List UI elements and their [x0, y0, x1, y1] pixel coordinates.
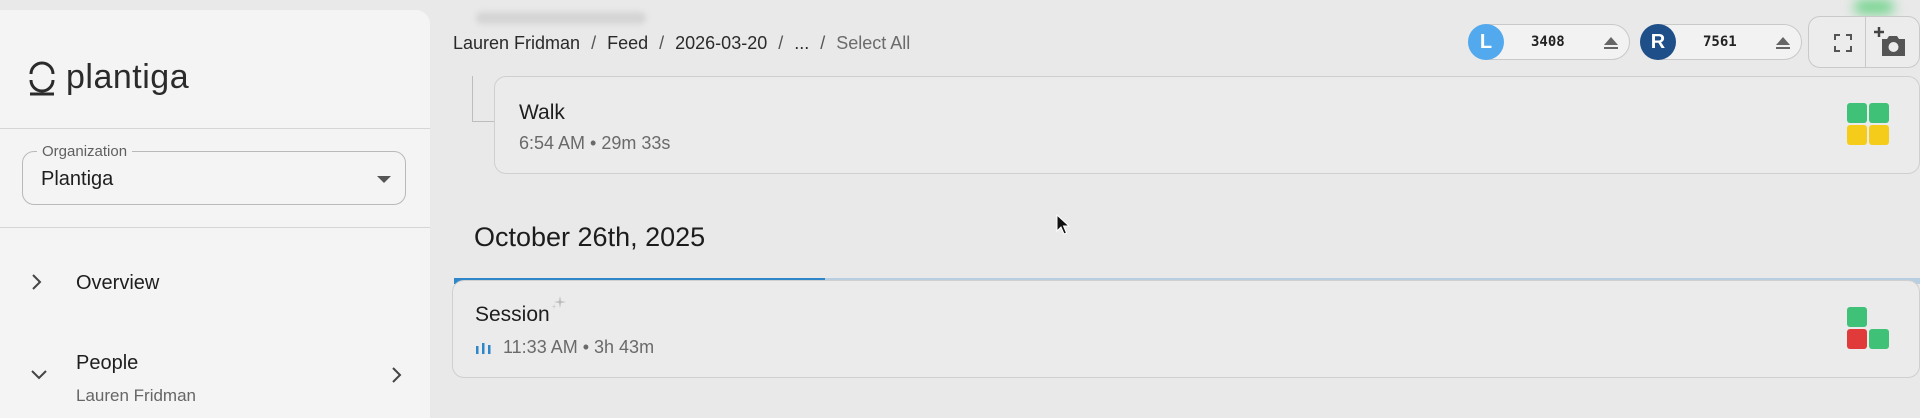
date-heading: October 26th, 2025	[474, 222, 706, 252]
dropdown-caret-icon	[377, 176, 391, 183]
sidebar-item-sublabel: Lauren Fridman	[76, 386, 197, 405]
activity-meta: 11:33 AM • 3h 43m	[503, 337, 655, 357]
chevron-right-icon	[30, 273, 44, 296]
activity-title: Session	[475, 303, 550, 326]
breadcrumb-item-ellipsis[interactable]: ...	[794, 33, 809, 54]
sensor-left-pill[interactable]: L 3408	[1468, 24, 1630, 60]
breadcrumb-item-select-all[interactable]: Select All	[836, 33, 910, 54]
quality-grid	[1847, 307, 1891, 351]
organization-select[interactable]: Organization Plantiga	[22, 143, 406, 205]
quality-cell	[1847, 125, 1867, 145]
quality-cell	[1847, 329, 1867, 349]
toolbar	[1808, 16, 1920, 68]
organization-label: Organization	[37, 143, 133, 160]
activity-meta: 6:54 AM • 29m 33s	[519, 133, 671, 153]
activity-card-session[interactable]: Session 11:33 AM • 3h 43m	[452, 280, 1920, 378]
sidebar-divider	[0, 227, 430, 228]
quality-cell	[1869, 329, 1889, 349]
quality-cell	[1869, 103, 1889, 123]
chevron-right-icon[interactable]	[390, 366, 404, 389]
thread-connector	[472, 76, 495, 122]
status-indicator	[1854, 0, 1894, 14]
brand-name: plantiga	[66, 57, 190, 96]
breadcrumb-item-person[interactable]: Lauren Fridman	[453, 33, 580, 54]
sidebar-item-overview[interactable]: Overview	[0, 260, 430, 306]
toolbar-divider	[1865, 17, 1866, 67]
activity-card-walk[interactable]: Walk 6:54 AM • 29m 33s	[494, 76, 1920, 174]
sensor-id: 7561	[1703, 34, 1737, 50]
camera-plus-icon[interactable]	[1873, 25, 1909, 61]
chevron-down-icon	[30, 368, 48, 387]
blurred-text	[476, 12, 646, 24]
sensor-side-badge: R	[1640, 24, 1676, 60]
sidebar-item-label: People	[76, 352, 139, 374]
sidebar: plantiga Organization Plantiga Overview …	[0, 10, 430, 418]
sparkle-icon	[551, 295, 567, 316]
quality-cell	[1869, 125, 1889, 145]
plantiga-logo-icon	[26, 54, 58, 100]
breadcrumb-separator: /	[778, 33, 784, 53]
quality-cell	[1847, 307, 1867, 327]
sensor-id: 3408	[1531, 34, 1565, 50]
breadcrumb-separator: /	[591, 33, 597, 53]
breadcrumb-item-feed[interactable]: Feed	[607, 33, 648, 54]
sensor-side-badge: L	[1468, 24, 1504, 60]
eject-icon[interactable]	[1603, 36, 1619, 55]
breadcrumb-item-date[interactable]: 2026-03-20	[675, 33, 767, 54]
bar-chart-icon	[475, 341, 493, 360]
app-logo[interactable]: plantiga	[26, 54, 189, 100]
activity-title: Walk	[519, 101, 565, 124]
sidebar-item-label: Overview	[76, 272, 160, 294]
mouse-pointer-icon	[1056, 213, 1071, 241]
breadcrumb-separator: /	[659, 33, 665, 53]
sidebar-item-people[interactable]: People Lauren Fridman	[0, 340, 430, 412]
quality-cell	[1847, 103, 1867, 123]
sidebar-divider	[0, 128, 430, 129]
sensor-right-pill[interactable]: R 7561	[1640, 24, 1802, 60]
fullscreen-icon[interactable]	[1825, 25, 1861, 61]
organization-value: Plantiga	[41, 168, 114, 190]
breadcrumb: Lauren Fridman / Feed / 2026-03-20 / ...…	[453, 33, 910, 54]
quality-grid	[1847, 103, 1891, 147]
eject-icon[interactable]	[1775, 36, 1791, 55]
breadcrumb-separator: /	[820, 33, 826, 53]
